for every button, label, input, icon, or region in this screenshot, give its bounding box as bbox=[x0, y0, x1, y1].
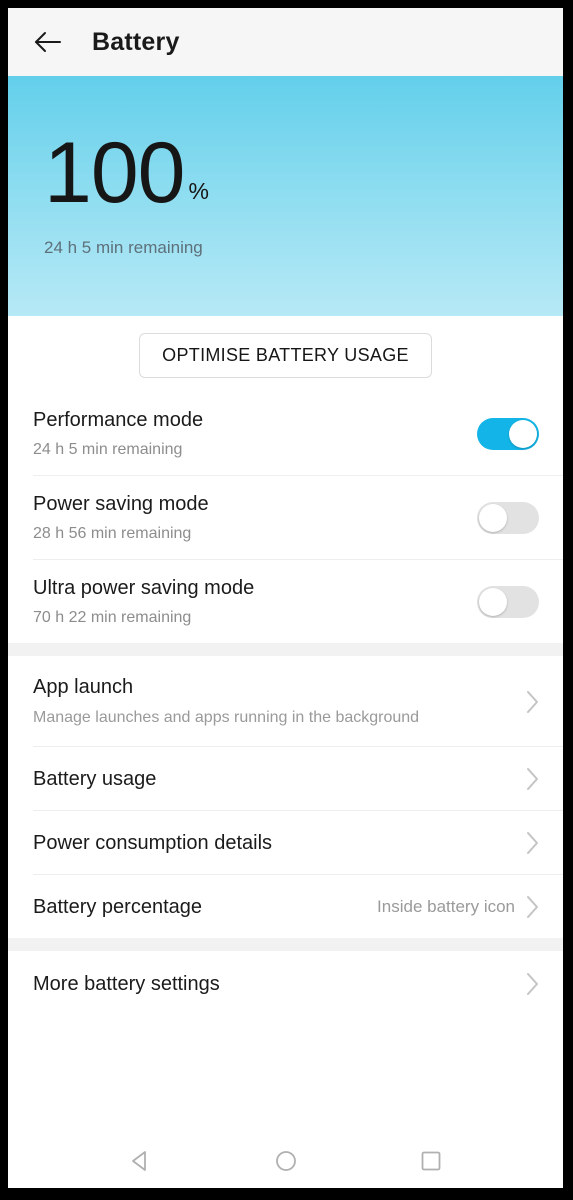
mode-text: Ultra power saving mode 70 h 22 min rema… bbox=[33, 577, 254, 627]
optimise-button-container: OPTIMISE BATTERY USAGE bbox=[8, 316, 563, 391]
list-item-battery-usage[interactable]: Battery usage bbox=[8, 746, 563, 810]
list-item-title: More battery settings bbox=[33, 972, 220, 995]
mode-subtitle: 28 h 56 min remaining bbox=[33, 525, 192, 542]
list-item-text: Power consumption details bbox=[33, 832, 525, 855]
list-item-title: Battery usage bbox=[33, 767, 157, 790]
toggle-performance-mode[interactable] bbox=[477, 418, 539, 450]
chevron-right-icon bbox=[525, 830, 541, 856]
circle-home-icon[interactable] bbox=[263, 1141, 309, 1181]
mode-title: Power saving mode bbox=[33, 493, 209, 515]
phone-screen: Battery 100 % 24 h 5 min remaining OPTIM… bbox=[8, 8, 563, 1188]
toggle-knob bbox=[479, 504, 507, 532]
battery-settings-section: App launch Manage launches and apps runn… bbox=[8, 656, 563, 939]
list-item-text: App launch Manage launches and apps runn… bbox=[33, 676, 525, 728]
battery-level-display: 100 % bbox=[44, 125, 209, 221]
list-item-title: App launch bbox=[33, 676, 134, 698]
battery-level-unit: % bbox=[188, 178, 209, 205]
list-item-app-launch[interactable]: App launch Manage launches and apps runn… bbox=[8, 656, 563, 746]
toggle-power-saving-mode[interactable] bbox=[477, 502, 539, 534]
mode-text: Performance mode 24 h 5 min remaining bbox=[33, 409, 203, 459]
chevron-right-icon bbox=[525, 766, 541, 792]
list-item-title: Battery percentage bbox=[33, 895, 202, 918]
list-item-subtitle: Manage launches and apps running in the … bbox=[33, 709, 420, 726]
list-item-title: Power consumption details bbox=[33, 831, 273, 854]
mode-row-performance[interactable]: Performance mode 24 h 5 min remaining bbox=[8, 391, 563, 475]
optimise-battery-usage-button[interactable]: OPTIMISE BATTERY USAGE bbox=[139, 333, 432, 378]
chevron-right-icon bbox=[525, 894, 541, 920]
toggle-ultra-power-saving-mode[interactable] bbox=[477, 586, 539, 618]
triangle-back-icon[interactable] bbox=[118, 1141, 164, 1181]
android-nav-bar bbox=[8, 1134, 563, 1188]
list-item-text: More battery settings bbox=[33, 973, 525, 996]
toggle-knob bbox=[479, 588, 507, 616]
more-settings-section: More battery settings bbox=[8, 951, 563, 1016]
chevron-right-icon bbox=[525, 971, 541, 997]
mode-row-ultra-power-saving[interactable]: Ultra power saving mode 70 h 22 min rema… bbox=[8, 559, 563, 643]
square-recents-icon[interactable] bbox=[408, 1141, 454, 1181]
app-bar: Battery bbox=[8, 8, 563, 76]
mode-text: Power saving mode 28 h 56 min remaining bbox=[33, 493, 209, 543]
battery-modes-section: Performance mode 24 h 5 min remaining Po… bbox=[8, 391, 563, 643]
list-item-text: Battery percentage bbox=[33, 896, 377, 919]
battery-hero: 100 % 24 h 5 min remaining bbox=[8, 76, 563, 316]
list-item-text: Battery usage bbox=[33, 768, 525, 791]
battery-level-value: 100 bbox=[44, 125, 185, 221]
list-item-more-battery-settings[interactable]: More battery settings bbox=[8, 951, 563, 1015]
arrow-left-icon[interactable] bbox=[28, 22, 68, 62]
mode-subtitle: 70 h 22 min remaining bbox=[33, 609, 192, 626]
page-title: Battery bbox=[92, 27, 180, 56]
section-divider-band bbox=[8, 643, 563, 656]
battery-remaining-text: 24 h 5 min remaining bbox=[44, 238, 203, 257]
mode-title: Performance mode bbox=[33, 409, 204, 431]
toggle-knob bbox=[509, 420, 537, 448]
section-divider-band-2 bbox=[8, 938, 563, 952]
mode-row-power-saving[interactable]: Power saving mode 28 h 56 min remaining bbox=[8, 475, 563, 559]
list-item-battery-percentage[interactable]: Battery percentage Inside battery icon bbox=[8, 874, 563, 938]
chevron-right-icon bbox=[525, 689, 541, 715]
mode-subtitle: 24 h 5 min remaining bbox=[33, 441, 183, 458]
mode-title: Ultra power saving mode bbox=[33, 577, 255, 599]
list-item-value: Inside battery icon bbox=[377, 897, 515, 917]
list-item-power-consumption-details[interactable]: Power consumption details bbox=[8, 810, 563, 874]
